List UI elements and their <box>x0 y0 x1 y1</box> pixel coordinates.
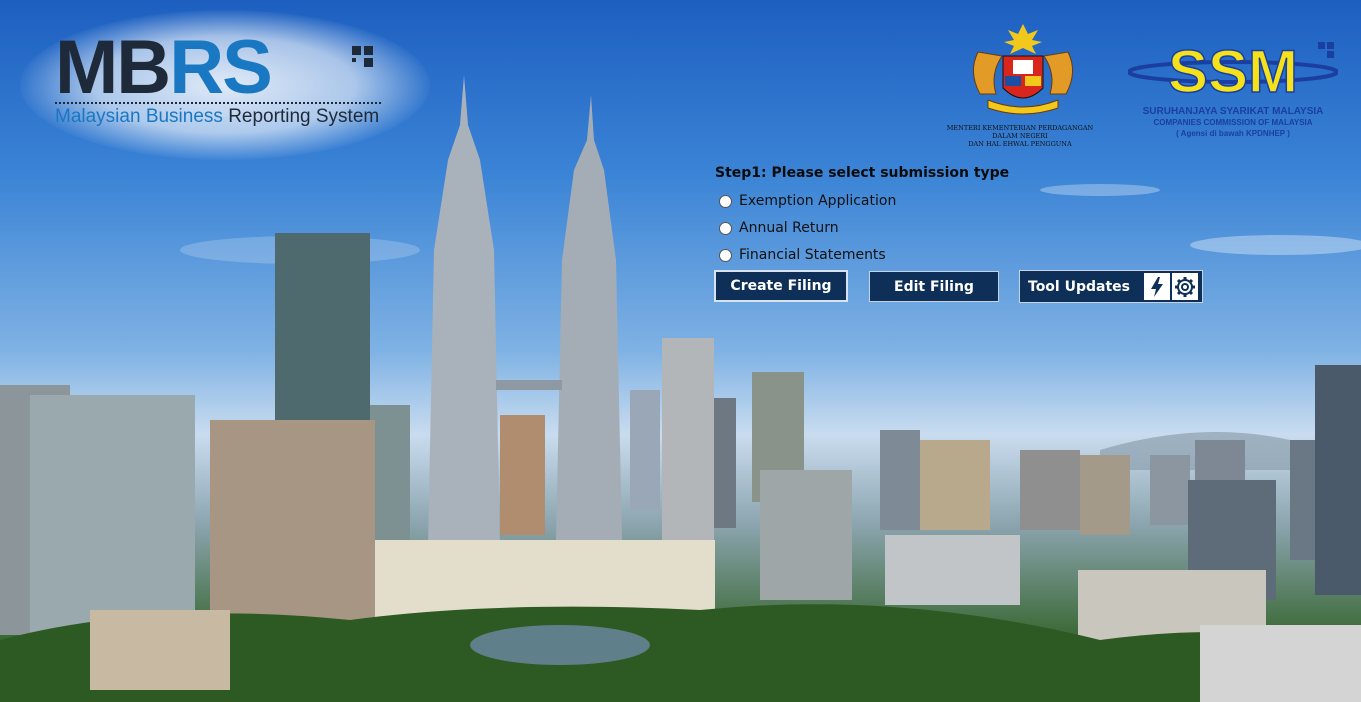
create-filing-button[interactable]: Create Filing <box>714 270 848 302</box>
radio-label: Exemption Application <box>739 193 897 209</box>
tool-updates-label: Tool Updates <box>1028 278 1130 295</box>
mbrs-dots-icon <box>352 46 373 67</box>
ssm-name-line1: SURUHANJAYA SYARIKAT MALAYSIA <box>1142 106 1324 117</box>
radio-financial-statements[interactable]: Financial Statements <box>719 247 886 263</box>
mbrs-subtitle: Malaysian Business Reporting System <box>55 106 379 128</box>
tool-icons <box>1144 273 1198 300</box>
edit-filing-button[interactable]: Edit Filing <box>869 271 999 302</box>
ssm-name: SURUHANJAYA SYARIKAT MALAYSIA COMPANIES … <box>1128 106 1338 139</box>
mbrs-subtitle-part2: Reporting System <box>228 106 380 127</box>
tool-updates-button[interactable]: Tool Updates <box>1019 270 1203 303</box>
mbrs-subtitle-part1: Malaysian Business <box>55 106 223 127</box>
radio-annual-return[interactable]: Annual Return <box>719 220 839 236</box>
mbrs-logo-mb: MB <box>55 25 171 110</box>
ssm-logo-text: SSM <box>1168 38 1298 102</box>
crest-caption-line2: DAN HAL EHWAL PENGGUNA <box>968 140 1072 148</box>
malaysia-coat-of-arms-icon <box>973 24 1073 115</box>
mbrs-divider <box>55 102 381 104</box>
ssm-name-line3: ( Agensi di bawah KPDNHEP ) <box>1176 129 1290 138</box>
radio-label: Annual Return <box>739 220 839 236</box>
radio-button[interactable] <box>719 248 732 262</box>
crest-caption: MENTERI KEMENTERIAN PERDAGANGAN DALAM NE… <box>940 124 1100 148</box>
radio-button[interactable] <box>719 221 732 235</box>
gear-icon <box>1172 273 1198 300</box>
mbrs-logo: MBRS <box>55 25 273 110</box>
lightning-icon <box>1144 273 1170 300</box>
mbrs-logo-rs: RS <box>169 25 273 110</box>
step-title: Step1: Please select submission type <box>715 165 1010 181</box>
radio-exemption-application[interactable]: Exemption Application <box>719 193 896 209</box>
radio-button[interactable] <box>719 194 732 208</box>
ssm-logo-icon: SSM <box>1128 37 1338 102</box>
radio-label: Financial Statements <box>739 247 886 263</box>
crest-caption-line1: MENTERI KEMENTERIAN PERDAGANGAN DALAM NE… <box>946 124 1094 140</box>
ssm-name-line2: COMPANIES COMMISSION OF MALAYSIA <box>1153 118 1313 127</box>
